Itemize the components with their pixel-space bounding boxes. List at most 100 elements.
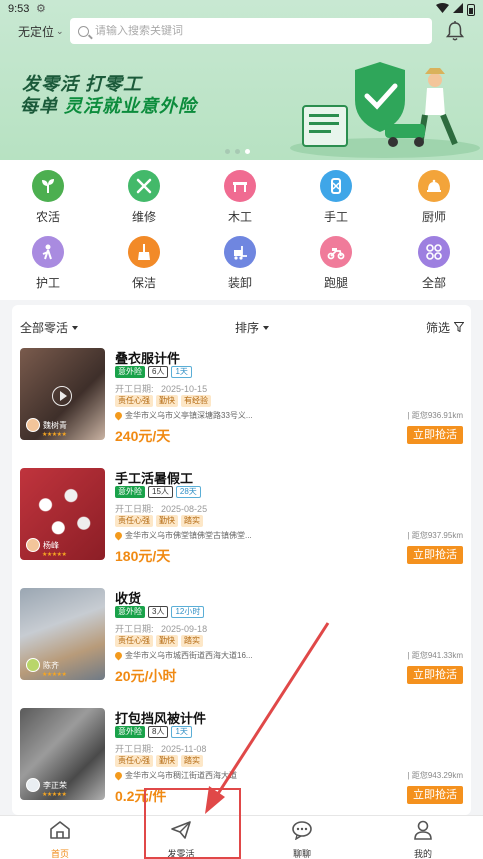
filter-all-jobs[interactable]: 全部零活	[20, 319, 79, 336]
job-badges: 意外险 6人 1天	[115, 366, 192, 378]
category-label: 全部	[421, 276, 446, 290]
user-icon	[412, 820, 434, 844]
battery-icon	[467, 3, 475, 16]
tab-post-job[interactable]: 发零活	[141, 820, 221, 859]
job-address: 金华市义乌市城西街道西海大道16...	[113, 650, 253, 661]
job-tag: 责任心强	[115, 395, 153, 407]
location-label: 无定位	[18, 25, 55, 39]
banner-dot[interactable]	[235, 149, 240, 154]
poster-name: 杨峰	[43, 540, 59, 550]
grid-icon	[418, 236, 450, 268]
start-date: 开工日期: 2025-08-25	[115, 504, 208, 514]
job-tag: 踏实	[181, 755, 203, 767]
category-label: 厨师	[421, 210, 446, 224]
rating-stars: ★★★★★	[42, 672, 67, 678]
category-carpentry[interactable]: 木工	[210, 170, 270, 225]
job-tag: 踏实	[181, 635, 203, 647]
job-distance: | 距您943.29km	[407, 771, 463, 780]
job-thumbnail[interactable]: 魏树青 ★★★★★	[20, 348, 105, 440]
poster-info: 李正荣	[26, 778, 67, 792]
location-pin-icon	[113, 530, 124, 541]
job-distance: | 距您937.95km	[407, 531, 463, 540]
insurance-badge: 意外险	[115, 366, 145, 378]
poster-info: 陈齐	[26, 658, 59, 672]
category-chef[interactable]: 厨师	[404, 170, 464, 225]
nurse-icon	[32, 236, 64, 268]
filter-button[interactable]: 筛选	[426, 319, 465, 336]
job-title: 叠衣服计件	[115, 351, 181, 366]
people-badge: 15人	[148, 486, 173, 498]
category-farm[interactable]: 农活	[18, 170, 78, 225]
filter-label: 筛选	[426, 321, 451, 335]
category-label: 手工	[323, 210, 348, 224]
grab-job-button[interactable]: 立即抢活	[407, 786, 463, 804]
job-list-panel: 全部零活 排序 筛选 魏树青 ★★★★★ 叠衣服计件 意外险 6人 1天 开工日…	[12, 305, 471, 815]
insurance-badge: 意外险	[115, 486, 145, 498]
banner-dot-active[interactable]	[245, 149, 250, 154]
chevron-down-icon: ⌄	[56, 26, 64, 36]
search-icon	[78, 25, 89, 37]
job-tag: 勤快	[156, 515, 178, 527]
poster-name: 李正荣	[43, 780, 67, 790]
poster-info: 杨峰	[26, 538, 59, 552]
job-card[interactable]: 李正荣 ★★★★★ 打包挡风被计件 意外险 8人 1天 开工日期: 2025-1…	[12, 708, 471, 815]
job-thumbnail[interactable]: 陈齐 ★★★★★	[20, 588, 105, 680]
location-pin-icon	[113, 650, 124, 661]
job-thumbnail[interactable]: 李正荣 ★★★★★	[20, 708, 105, 800]
chat-icon	[291, 821, 313, 844]
search-input[interactable]	[95, 25, 395, 37]
plant-icon	[32, 170, 64, 202]
job-price: 180元/天	[115, 548, 171, 564]
job-thumbnail[interactable]: 杨峰 ★★★★★	[20, 468, 105, 560]
sort-dropdown[interactable]: 排序	[235, 319, 270, 336]
people-badge: 3人	[148, 606, 169, 618]
category-nursing[interactable]: 护工	[18, 236, 78, 291]
job-card[interactable]: 陈齐 ★★★★★ 收货 意外险 3人 12小时 开工日期: 2025-09-18…	[12, 588, 471, 698]
status-time: 9:53	[8, 3, 30, 15]
grab-job-button[interactable]: 立即抢活	[407, 426, 463, 444]
job-tag: 勤快	[156, 635, 178, 647]
broom-icon	[128, 236, 160, 268]
category-errand[interactable]: 跑腿	[306, 236, 366, 291]
poster-name: 魏树青	[43, 420, 67, 430]
funnel-icon	[453, 321, 465, 335]
category-cleaning[interactable]: 保洁	[114, 236, 174, 291]
rating-stars: ★★★★★	[42, 552, 67, 558]
search-bar[interactable]	[70, 18, 432, 44]
grab-job-button[interactable]: 立即抢活	[407, 546, 463, 564]
insurance-badge: 意外险	[115, 606, 145, 618]
tab-chat[interactable]: 聊聊	[262, 820, 342, 859]
category-label: 木工	[227, 210, 252, 224]
tab-home[interactable]: 首页	[20, 820, 100, 859]
job-tags: 责任心强 勤快 踏实	[115, 515, 203, 527]
scooter-icon	[320, 236, 352, 268]
banner-dot[interactable]	[225, 149, 230, 154]
job-card[interactable]: 魏树青 ★★★★★ 叠衣服计件 意外险 6人 1天 开工日期: 2025-10-…	[12, 348, 471, 458]
promo-banner[interactable]: 发零活 打零工 每单 灵活就业意外险	[0, 48, 483, 160]
category-label: 农活	[35, 210, 60, 224]
category-all[interactable]: 全部	[404, 236, 464, 291]
category-handcraft[interactable]: 手工	[306, 170, 366, 225]
banner-pagination	[225, 149, 250, 154]
tools-icon	[128, 170, 160, 202]
category-label: 跑腿	[323, 276, 348, 290]
sort-label: 排序	[235, 321, 260, 335]
category-loading[interactable]: 装卸	[210, 236, 270, 291]
play-icon[interactable]	[52, 386, 72, 406]
filter-all-label: 全部零活	[20, 321, 69, 335]
banner-line-2: 每单 灵活就业意外险	[20, 96, 198, 116]
insurance-badge: 意外险	[115, 726, 145, 738]
location-selector[interactable]: 无定位 ⌄	[18, 23, 64, 40]
job-price: 240元/天	[115, 428, 171, 444]
category-repair[interactable]: 维修	[114, 170, 174, 225]
duration-badge: 28天	[175, 486, 201, 498]
job-card[interactable]: 杨峰 ★★★★★ 手工活暑假工 意外险 15人 28天 开工日期: 2025-0…	[12, 468, 471, 578]
home-icon	[49, 821, 71, 844]
tab-chat-label: 聊聊	[292, 849, 311, 859]
cloche-icon	[418, 170, 450, 202]
job-tags: 责任心强 勤快 踏实	[115, 635, 203, 647]
banner-illustration	[290, 62, 480, 158]
grab-job-button[interactable]: 立即抢活	[407, 666, 463, 684]
tab-profile[interactable]: 我的	[383, 820, 463, 859]
bell-icon[interactable]	[445, 20, 465, 42]
